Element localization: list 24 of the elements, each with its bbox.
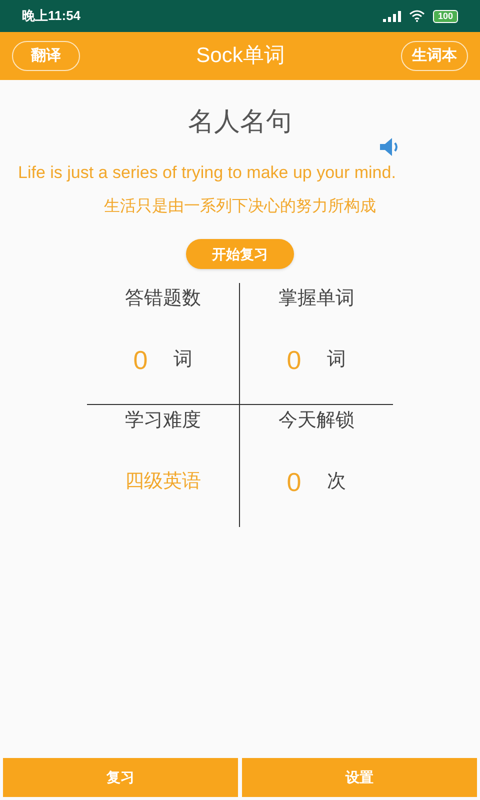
translate-button[interactable]: 翻译 bbox=[12, 41, 80, 71]
signal-icon bbox=[382, 10, 401, 22]
quote-chinese: 生活只是由一系列下决心的努力所构成 bbox=[103, 196, 377, 217]
stat-label: 学习难度 bbox=[125, 409, 201, 433]
wifi-icon bbox=[408, 10, 425, 22]
stat-label: 掌握单词 bbox=[278, 287, 354, 311]
stat-value: 0 bbox=[286, 466, 302, 499]
vocabulary-book-button[interactable]: 生词本 bbox=[401, 41, 468, 71]
stat-value: 四级英语 bbox=[125, 470, 201, 494]
stat-unit: 次 bbox=[327, 470, 346, 494]
settings-tab[interactable]: 设置 bbox=[242, 758, 477, 797]
review-tab[interactable]: 复习 bbox=[3, 758, 238, 797]
status-time: 晚上11:54 bbox=[22, 7, 81, 26]
stat-value: 0 bbox=[133, 344, 148, 377]
stat-label: 答错题数 bbox=[125, 287, 201, 311]
stat-unit: 词 bbox=[174, 348, 193, 372]
start-review-button[interactable]: 开始复习 bbox=[186, 239, 294, 269]
quote-english: Life is just a series of trying to make up your mind. bbox=[17, 162, 397, 184]
stat-unit: 词 bbox=[327, 348, 346, 372]
stat-label: 今天解锁 bbox=[278, 409, 354, 433]
app-title: Sock单词 bbox=[196, 43, 285, 70]
section-title: 名人名句 bbox=[187, 105, 293, 138]
battery-level: 100 bbox=[432, 10, 458, 22]
stat-value: 0 bbox=[286, 344, 302, 377]
